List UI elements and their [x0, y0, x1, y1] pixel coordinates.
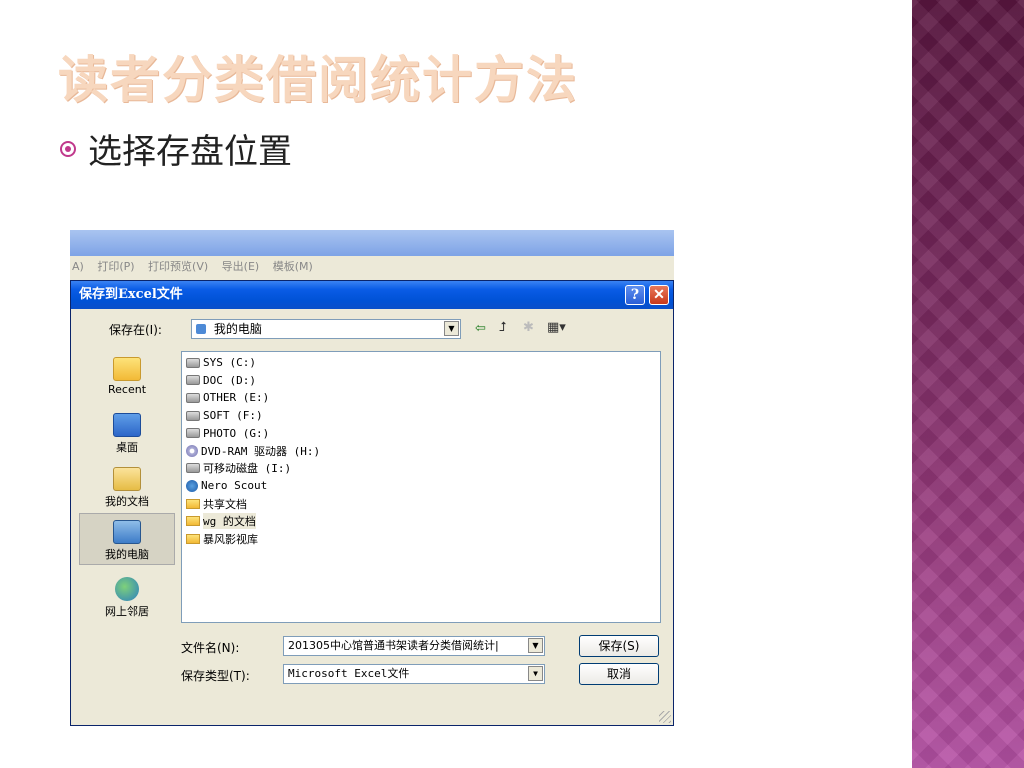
folder-icon: [186, 516, 200, 527]
drive-icon: [186, 357, 200, 368]
list-item[interactable]: PHOTO (G:): [186, 424, 656, 442]
list-item[interactable]: Nero Scout: [186, 477, 656, 495]
place-label: 桌面: [116, 441, 138, 454]
my-computer-icon: [113, 520, 141, 544]
screenshot: A) 打印(P) 打印预览(V) 导出(E) 模板(M) 保存到Excel文件 …: [70, 230, 674, 726]
save-in-label: 保存在(I):: [109, 323, 162, 337]
chevron-down-icon[interactable]: ▼: [528, 666, 543, 681]
list-item[interactable]: 可移动磁盘 (I:): [186, 460, 656, 478]
app-title-bar: [70, 230, 674, 256]
filetype-value: Microsoft Excel文件: [288, 667, 410, 680]
list-item[interactable]: DVD-RAM 驱动器 (H:): [186, 442, 656, 460]
up-folder-icon[interactable]: ⮥: [499, 320, 507, 335]
drive-icon: [186, 428, 200, 439]
folder-icon: [186, 498, 200, 509]
list-item[interactable]: 暴风影视库: [186, 530, 656, 548]
menu-item-print-preview[interactable]: 打印预览(V): [148, 260, 208, 273]
list-item[interactable]: wg 的文档: [186, 512, 656, 530]
menu-item-export[interactable]: 导出(E): [222, 260, 260, 273]
app-menu-bar: A) 打印(P) 打印预览(V) 导出(E) 模板(M): [70, 256, 674, 278]
cancel-button[interactable]: 取消: [579, 663, 659, 685]
view-menu-icon[interactable]: ▦▾: [547, 320, 566, 335]
dialog-title: 保存到Excel文件: [79, 287, 183, 302]
dialog-title-bar: 保存到Excel文件 ? ✕: [71, 281, 673, 309]
filetype-label: 保存类型(T):: [181, 669, 250, 683]
drive-icon: [186, 392, 200, 403]
save-in-value: 我的电脑: [213, 322, 262, 336]
chevron-down-icon[interactable]: ▼: [444, 321, 459, 336]
filetype-dropdown[interactable]: Microsoft Excel文件 ▼: [283, 664, 545, 684]
filename-input[interactable]: 201305中心馆普通书架读者分类借阅统计| ▼: [283, 636, 545, 656]
place-my-computer[interactable]: 我的电脑: [79, 513, 175, 565]
places-bar: Recent 桌面 我的文档 我的电脑 网上邻居: [79, 351, 175, 629]
save-in-dropdown[interactable]: 我的电脑 ▼: [191, 319, 461, 339]
new-folder-icon[interactable]: ✱: [523, 320, 534, 335]
network-places-icon: [115, 577, 139, 601]
desktop-icon: [113, 413, 141, 437]
my-computer-icon: [196, 324, 206, 334]
menu-item[interactable]: A): [72, 260, 84, 273]
save-dialog: 保存到Excel文件 ? ✕ 保存在(I): 我的电脑 ▼ ⇦ ⮥ ✱ ▦▾ R…: [70, 280, 674, 726]
dvd-drive-icon: [186, 444, 198, 457]
slide-side-decoration: [912, 0, 1024, 768]
list-item[interactable]: OTHER (E:): [186, 389, 656, 407]
my-documents-icon: [113, 467, 141, 491]
place-network[interactable]: 网上邻居: [79, 577, 175, 619]
drive-icon: [186, 410, 200, 421]
file-list[interactable]: SYS (C:) DOC (D:) OTHER (E:) SOFT (F:) P…: [181, 351, 661, 623]
list-item[interactable]: 共享文档: [186, 495, 656, 513]
bullet-icon: [60, 140, 76, 157]
folder-icon: [186, 533, 200, 544]
place-label: 网上邻居: [105, 605, 149, 618]
place-label: 我的电脑: [105, 548, 149, 561]
menu-item-print[interactable]: 打印(P): [97, 260, 134, 273]
list-item[interactable]: SYS (C:): [186, 354, 656, 372]
removable-disk-icon: [186, 463, 200, 474]
filename-value: 201305中心馆普通书架读者分类借阅统计|: [288, 639, 499, 652]
recent-folder-icon: [113, 357, 141, 381]
drive-icon: [186, 375, 200, 386]
list-item[interactable]: DOC (D:): [186, 372, 656, 390]
place-my-documents[interactable]: 我的文档: [79, 467, 175, 509]
list-item[interactable]: SOFT (F:): [186, 407, 656, 425]
filename-label: 文件名(N):: [181, 641, 240, 655]
resize-grip[interactable]: [659, 711, 671, 723]
help-button[interactable]: ?: [625, 285, 645, 305]
place-desktop[interactable]: 桌面: [79, 413, 175, 455]
close-button[interactable]: ✕: [649, 285, 669, 305]
chevron-down-icon[interactable]: ▼: [528, 638, 543, 653]
bullet-item: 选择存盘位置: [60, 124, 292, 173]
slide-title: 读者分类借阅统计方法: [58, 51, 578, 109]
bullet-text: 选择存盘位置: [88, 132, 292, 172]
place-recent[interactable]: Recent: [79, 357, 175, 396]
place-label: Recent: [107, 383, 147, 396]
menu-item-template[interactable]: 模板(M): [273, 260, 313, 273]
back-icon[interactable]: ⇦: [475, 321, 486, 336]
save-button[interactable]: 保存(S): [579, 635, 659, 657]
nero-scout-icon: [186, 479, 198, 492]
place-label: 我的文档: [105, 495, 149, 508]
